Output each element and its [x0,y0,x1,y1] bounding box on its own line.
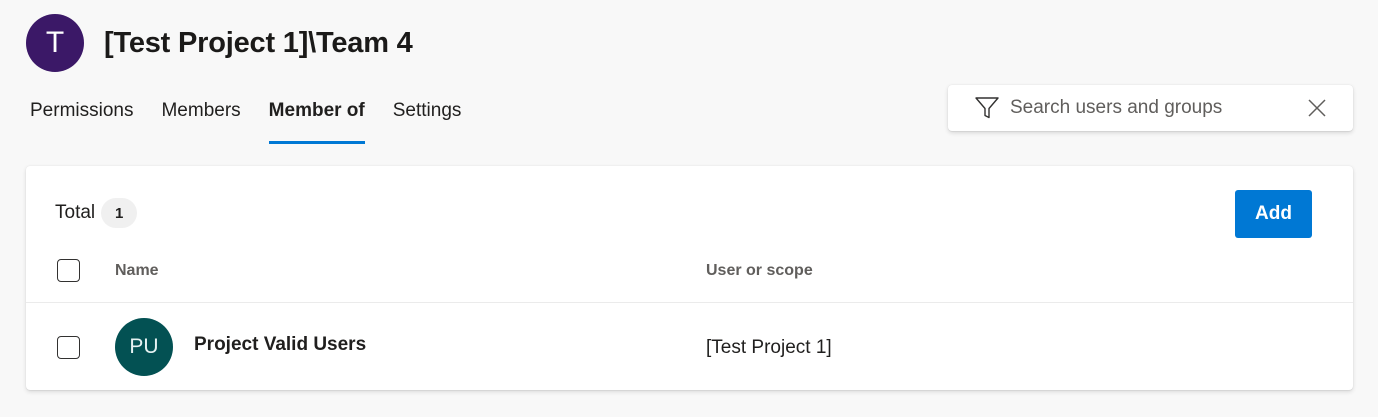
tab-bar: Permissions Members Member of Settings [30,96,489,144]
page: T [Test Project 1]\Team 4 Permissions Me… [0,0,1378,417]
tab-member-of[interactable]: Member of [268,96,365,144]
avatar: PU [115,318,173,376]
column-header-scope[interactable]: User or scope [706,262,813,280]
select-all-checkbox[interactable] [57,259,80,282]
filter-icon[interactable] [974,95,1000,121]
total-label: Total [55,202,96,223]
member-of-card: Total 1 Add Name User or scope PU Projec… [26,166,1353,390]
tab-permissions[interactable]: Permissions [30,96,133,144]
search-input[interactable] [1010,97,1290,119]
column-header-name[interactable]: Name [115,262,159,280]
team-avatar: T [26,14,84,72]
total-summary: Total 1 [55,198,138,228]
total-count-badge: 1 [101,198,138,228]
close-icon[interactable] [1307,98,1327,118]
page-header: T [Test Project 1]\Team 4 [26,14,413,72]
row-checkbox[interactable] [57,336,80,359]
page-title: [Test Project 1]\Team 4 [104,26,413,59]
tab-members[interactable]: Members [161,96,240,144]
search-box [948,85,1353,131]
tab-settings[interactable]: Settings [393,96,462,144]
header-divider [26,302,1353,303]
add-button[interactable]: Add [1235,190,1312,238]
row-name[interactable]: Project Valid Users [194,334,366,356]
row-scope: [Test Project 1] [706,337,832,358]
